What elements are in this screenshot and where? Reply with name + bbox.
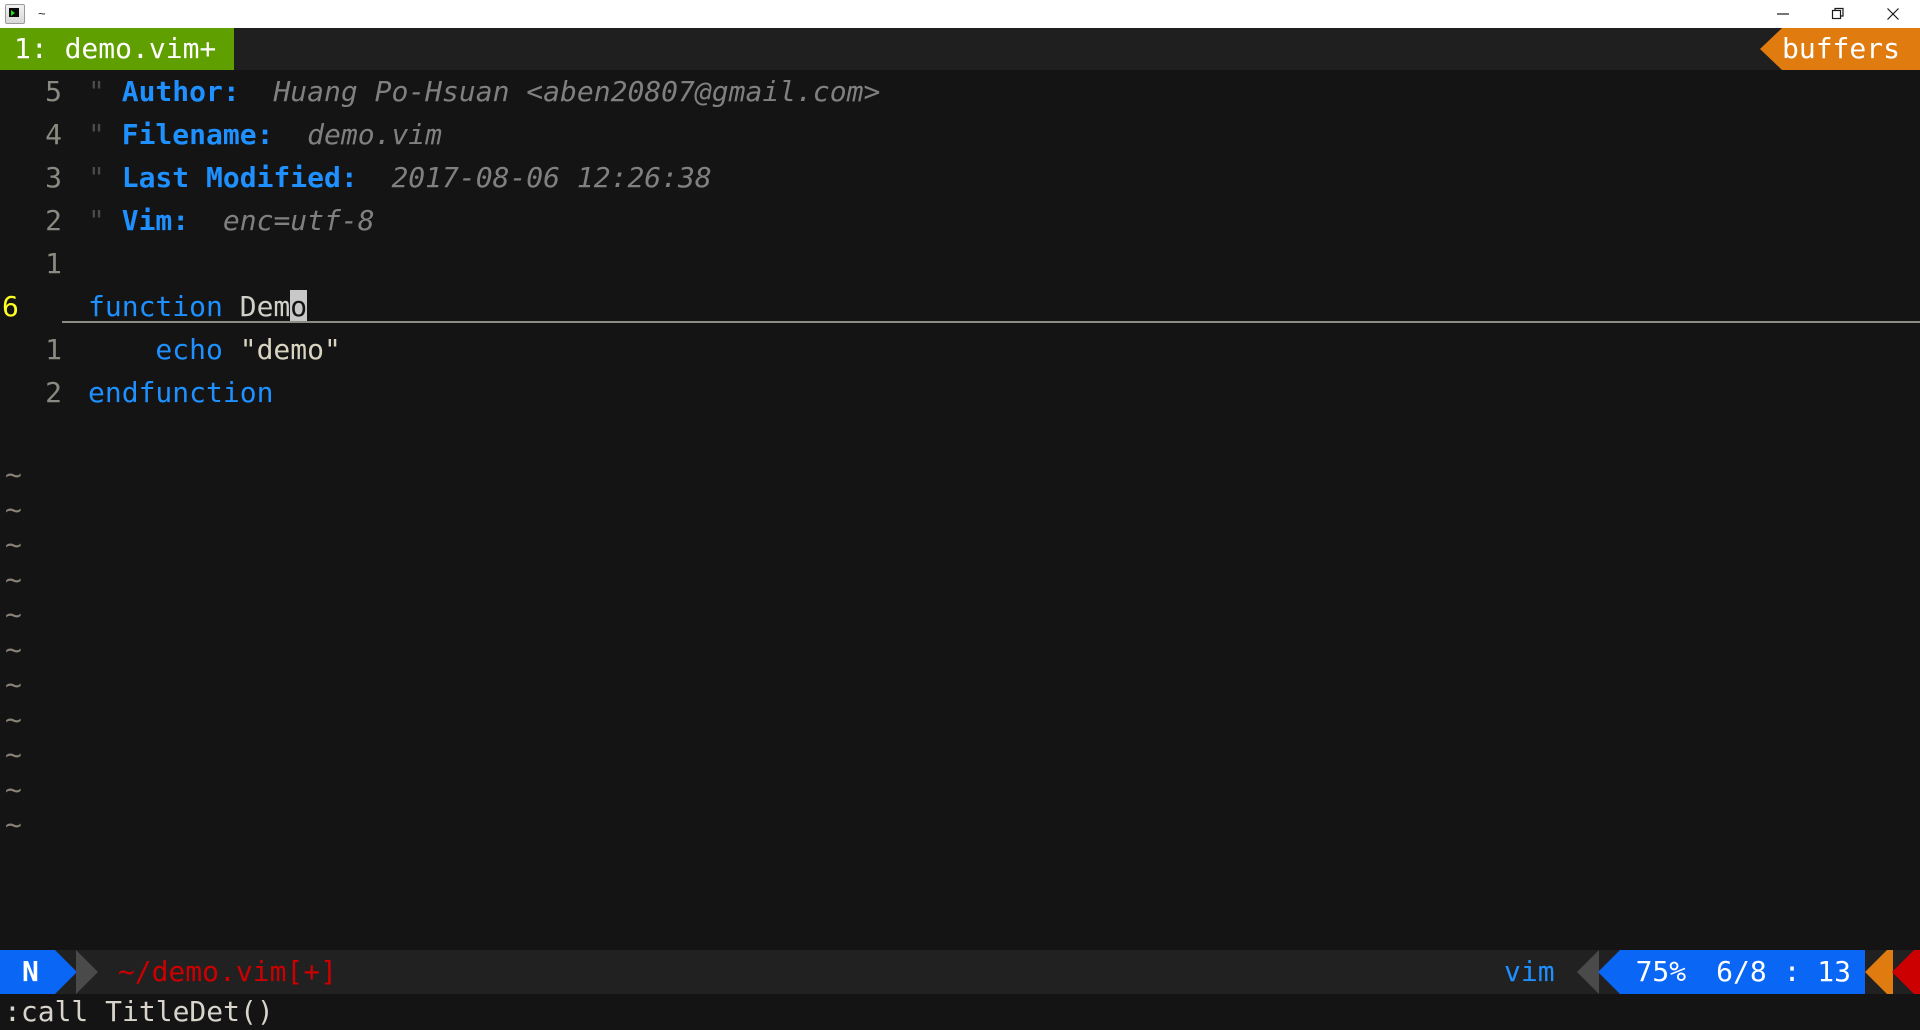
- code-token: Dem: [222, 290, 291, 323]
- empty-line-markers: ~ ~ ~ ~ ~ ~ ~ ~ ~ ~ ~: [0, 457, 62, 842]
- line-number: 2: [45, 204, 62, 237]
- maximize-icon: [1831, 7, 1844, 20]
- chevron-left-icon: [1759, 28, 1782, 70]
- code-text: " Author: Huang Po-Hsuan <aben20807@gmai…: [62, 75, 880, 108]
- code-token: function: [88, 290, 223, 323]
- code-text: endfunction: [62, 376, 273, 409]
- code-token: ": [88, 118, 122, 151]
- empty-line-tilde: ~: [5, 703, 22, 736]
- code-line[interactable]: 4 " Filename: demo.vim: [0, 113, 1920, 156]
- code-token: endfunction: [88, 376, 274, 409]
- status-mode: N: [0, 950, 55, 994]
- code-token: Last Modified:: [121, 161, 358, 194]
- code-token: enc=utf-8: [189, 204, 375, 237]
- close-button[interactable]: [1865, 0, 1920, 28]
- line-number: 2: [45, 376, 62, 409]
- code-text: " Last Modified: 2017-08-06 12:26:38: [62, 161, 712, 194]
- code-line[interactable]: 6 function Demo: [0, 285, 1920, 328]
- vim-cmdline[interactable]: :call TitleDet(): [0, 994, 1920, 1030]
- code-token: Vim:: [121, 204, 190, 237]
- chevron-left-blue-icon: [1597, 950, 1620, 994]
- code-text: " Vim: enc=utf-8: [62, 204, 375, 237]
- status-percent: 75%: [1619, 950, 1717, 994]
- vim-statusline: N ~/demo.vim[+] vim 75% 6/8 : 13: [0, 950, 1920, 994]
- status-filetype: vim: [1503, 955, 1555, 988]
- chevron-left-red-icon: [1892, 950, 1914, 994]
- status-position: 6/8 : 13: [1716, 950, 1865, 994]
- code-token: "demo": [222, 333, 341, 366]
- code-line[interactable]: 1 echo "demo": [0, 328, 1920, 371]
- empty-line-tilde: ~: [5, 808, 22, 841]
- status-filename: ~/demo.vim[+]: [117, 955, 338, 988]
- chevron-right-icon: [54, 950, 77, 994]
- buffers-label: buffers: [1781, 28, 1920, 70]
- code-token: Filename:: [121, 118, 274, 151]
- chevron-left-dark-icon: [1576, 950, 1599, 994]
- tab-demo-vim[interactable]: 1: demo.vim+: [0, 28, 235, 70]
- text-cursor: o: [290, 290, 308, 323]
- empty-line-tilde: ~: [5, 668, 22, 701]
- empty-line-tilde: ~: [5, 493, 22, 526]
- empty-line-tilde: ~: [5, 738, 22, 771]
- code-token: Author:: [121, 75, 240, 108]
- code-token: ": [88, 161, 122, 194]
- window-title: ~: [38, 6, 46, 21]
- empty-line-tilde: ~: [5, 458, 22, 491]
- code-token: Huang Po-Hsuan <aben20807@gmail.com>: [239, 75, 881, 108]
- minimize-icon: [1776, 13, 1789, 15]
- chevron-left-orange-icon: [1865, 950, 1887, 994]
- chevron-right-secondary-icon: [75, 950, 98, 994]
- code-line[interactable]: 2 endfunction: [0, 371, 1920, 414]
- code-line[interactable]: 5 " Author: Huang Po-Hsuan <aben20807@gma…: [0, 70, 1920, 113]
- code-line[interactable]: 3 " Last Modified: 2017-08-06 12:26:38: [0, 156, 1920, 199]
- terminal-icon: [5, 4, 25, 24]
- empty-line-tilde: ~: [5, 528, 22, 561]
- code-token: 2017-08-06 12:26:38: [357, 161, 712, 194]
- empty-line-tilde: ~: [5, 563, 22, 596]
- minimize-button[interactable]: [1755, 0, 1810, 28]
- line-number: 1: [45, 247, 62, 280]
- maximize-button[interactable]: [1810, 0, 1865, 28]
- window-controls: [1755, 0, 1920, 28]
- editor-buffer[interactable]: 5 " Author: Huang Po-Hsuan <aben20807@gma…: [0, 70, 1920, 950]
- code-token: ": [88, 75, 122, 108]
- code-lines: 5 " Author: Huang Po-Hsuan <aben20807@gma…: [0, 70, 1920, 414]
- statusline-spacer: [337, 950, 1504, 994]
- vim-tabline: 1: demo.vim+ buffers: [0, 28, 1920, 70]
- window-titlebar: ~: [0, 0, 1920, 28]
- tabline-spacer: [234, 28, 1760, 70]
- line-number: 1: [45, 333, 62, 366]
- line-number-current: 6: [2, 290, 19, 323]
- code-line[interactable]: 2 " Vim: enc=utf-8: [0, 199, 1920, 242]
- line-number: 4: [45, 118, 62, 151]
- close-icon: [1886, 8, 1899, 20]
- empty-line-tilde: ~: [5, 633, 22, 666]
- code-token: demo.vim: [273, 118, 443, 151]
- line-number: 5: [45, 75, 62, 108]
- line-number: 3: [45, 161, 62, 194]
- empty-line-tilde: ~: [5, 773, 22, 806]
- code-line[interactable]: 1: [0, 242, 1920, 285]
- code-token: ": [88, 204, 122, 237]
- statusline-red-cap: [1914, 950, 1920, 994]
- code-token: echo: [88, 333, 223, 366]
- code-text: function Demo: [62, 290, 308, 323]
- empty-line-tilde: ~: [5, 598, 22, 631]
- buffers-indicator[interactable]: buffers: [1759, 28, 1920, 70]
- code-text: echo "demo": [62, 333, 341, 366]
- code-text: " Filename: demo.vim: [62, 118, 442, 151]
